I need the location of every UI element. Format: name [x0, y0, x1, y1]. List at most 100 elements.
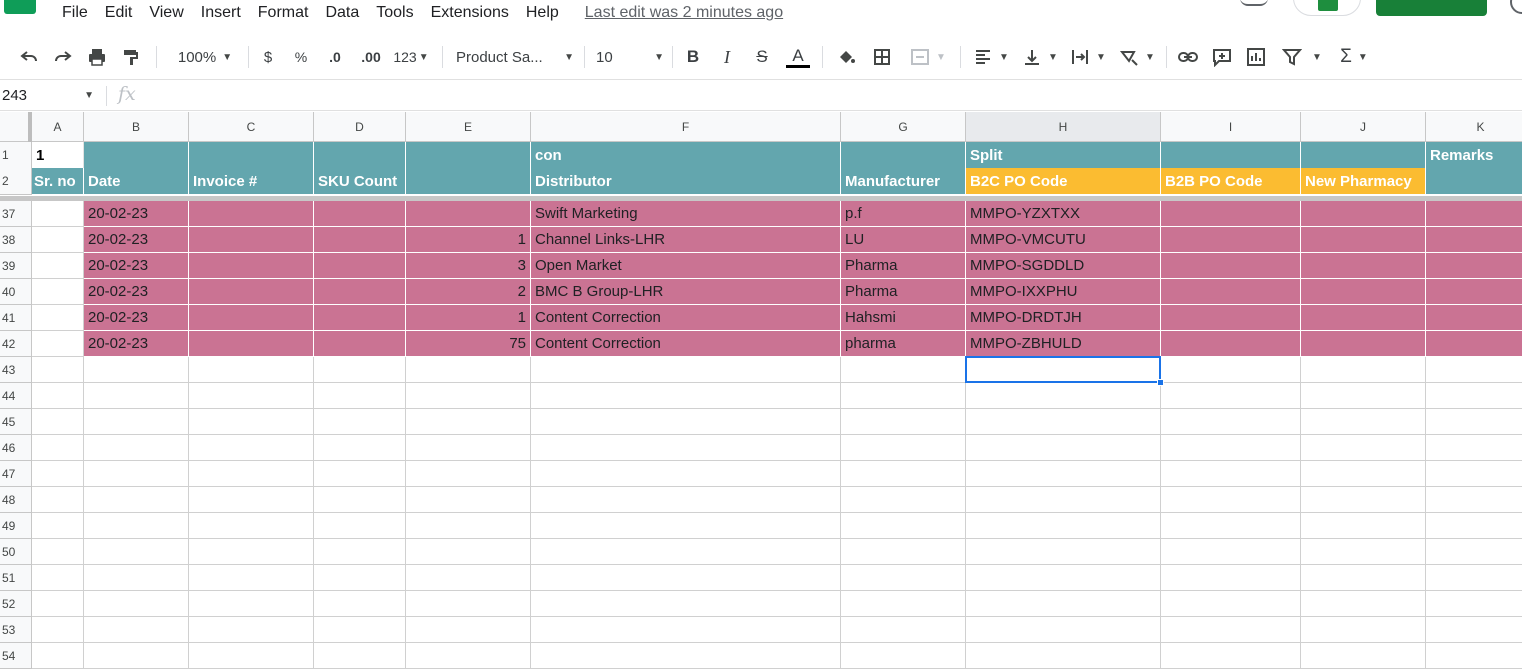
empty-cell[interactable]	[406, 383, 531, 409]
empty-cell[interactable]	[189, 383, 314, 409]
menu-insert[interactable]: Insert	[201, 4, 241, 22]
row-header[interactable]: 43	[0, 357, 32, 383]
currency-format-button[interactable]: $	[258, 44, 278, 70]
redo-icon[interactable]	[50, 44, 76, 70]
row-header[interactable]: 37	[0, 201, 32, 227]
empty-cell[interactable]	[1426, 461, 1522, 487]
empty-cell[interactable]	[189, 461, 314, 487]
row-header[interactable]: 2	[0, 168, 32, 195]
empty-cell[interactable]	[84, 539, 189, 565]
empty-cell[interactable]	[32, 591, 84, 617]
empty-cell[interactable]	[1426, 591, 1522, 617]
header-cell-c2[interactable]: Invoice #	[189, 168, 314, 195]
table-cell[interactable]	[314, 253, 406, 279]
column-header-e[interactable]: E	[406, 112, 531, 142]
empty-cell[interactable]	[531, 513, 841, 539]
row-header[interactable]: 49	[0, 513, 32, 539]
table-cell[interactable]	[1301, 305, 1426, 331]
header-cell-d1[interactable]	[314, 142, 406, 169]
column-header-g[interactable]: G	[841, 112, 966, 142]
table-cell[interactable]	[1161, 331, 1301, 357]
empty-cell[interactable]	[1301, 409, 1426, 435]
empty-cell[interactable]	[531, 435, 841, 461]
table-cell[interactable]	[314, 227, 406, 253]
header-cell-j2[interactable]: New Pharmacy	[1301, 168, 1426, 195]
sheets-logo-icon[interactable]	[4, 0, 36, 14]
table-cell[interactable]	[1426, 331, 1522, 357]
row-header[interactable]: 44	[0, 383, 32, 409]
table-cell[interactable]: Pharma	[841, 279, 966, 305]
empty-cell[interactable]	[84, 487, 189, 513]
text-wrapping-icon[interactable]: ▼	[1068, 44, 1108, 70]
fill-handle[interactable]	[1157, 379, 1164, 386]
header-cell-g2[interactable]: Manufacturer	[841, 168, 966, 195]
empty-cell[interactable]	[314, 565, 406, 591]
table-cell[interactable]: 1	[406, 227, 531, 253]
menu-tools[interactable]: Tools	[376, 4, 413, 22]
empty-cell[interactable]	[1301, 435, 1426, 461]
row-header[interactable]: 54	[0, 643, 32, 669]
header-cell-f2[interactable]: Distributor	[531, 168, 841, 195]
empty-cell[interactable]	[189, 357, 314, 383]
table-cell[interactable]: MMPO-DRDTJH	[966, 305, 1161, 331]
header-cell-c1[interactable]	[189, 142, 314, 169]
row-header[interactable]: 48	[0, 487, 32, 513]
italic-button[interactable]: I	[716, 44, 738, 70]
table-cell[interactable]: MMPO-VMCUTU	[966, 227, 1161, 253]
spreadsheet-grid[interactable]: A B C D E F G H I J K 1 1 con Split Remarks 2 Sr. no Date I…	[0, 112, 1522, 669]
table-cell[interactable]: LU	[841, 227, 966, 253]
row-header[interactable]: 42	[0, 331, 32, 357]
header-cell-h2[interactable]: B2C PO Code	[966, 168, 1161, 195]
empty-cell[interactable]	[406, 487, 531, 513]
empty-cell[interactable]	[1161, 617, 1301, 643]
table-cell[interactable]	[1301, 201, 1426, 227]
font-family-select[interactable]: Product Sa... ▼	[456, 44, 574, 70]
table-cell[interactable]: MMPO-IXXPHU	[966, 279, 1161, 305]
row-header[interactable]: 51	[0, 565, 32, 591]
header-cell-h1[interactable]: Split	[966, 142, 1161, 169]
empty-cell[interactable]	[314, 357, 406, 383]
table-cell[interactable]: 1	[406, 305, 531, 331]
column-header-k[interactable]: K	[1426, 112, 1522, 142]
empty-cell[interactable]	[32, 435, 84, 461]
empty-cell[interactable]	[841, 539, 966, 565]
row-header[interactable]: 1	[0, 142, 32, 169]
empty-cell[interactable]	[531, 565, 841, 591]
empty-cell[interactable]	[966, 383, 1161, 409]
table-cell[interactable]	[32, 253, 84, 279]
empty-cell[interactable]	[314, 513, 406, 539]
table-cell[interactable]: Hahsmi	[841, 305, 966, 331]
table-cell[interactable]	[406, 201, 531, 227]
header-cell-d2[interactable]: SKU Count	[314, 168, 406, 195]
header-cell-g1[interactable]	[841, 142, 966, 169]
empty-cell[interactable]	[314, 539, 406, 565]
column-header-d[interactable]: D	[314, 112, 406, 142]
formula-input[interactable]	[160, 81, 1520, 111]
empty-cell[interactable]	[966, 591, 1161, 617]
table-cell[interactable]	[1426, 201, 1522, 227]
empty-cell[interactable]	[32, 643, 84, 669]
menu-view[interactable]: View	[149, 4, 183, 22]
empty-cell[interactable]	[406, 617, 531, 643]
empty-cell[interactable]	[314, 435, 406, 461]
insert-comment-icon[interactable]	[1210, 44, 1234, 70]
row-header[interactable]: 50	[0, 539, 32, 565]
empty-cell[interactable]	[1301, 643, 1426, 669]
empty-cell[interactable]	[1301, 565, 1426, 591]
insert-link-icon[interactable]	[1176, 44, 1200, 70]
empty-cell[interactable]	[1301, 617, 1426, 643]
table-cell[interactable]: Channel Links-LHR	[531, 227, 841, 253]
empty-cell[interactable]	[1426, 565, 1522, 591]
menu-file[interactable]: File	[62, 4, 88, 22]
table-cell[interactable]	[32, 201, 84, 227]
row-header[interactable]: 47	[0, 461, 32, 487]
filter-icon[interactable]: ▼	[1280, 44, 1324, 70]
paint-format-icon[interactable]	[118, 44, 144, 70]
empty-cell[interactable]	[966, 565, 1161, 591]
empty-cell[interactable]	[32, 383, 84, 409]
empty-cell[interactable]	[966, 617, 1161, 643]
empty-cell[interactable]	[314, 461, 406, 487]
empty-cell[interactable]	[966, 539, 1161, 565]
share-button[interactable]	[1376, 0, 1487, 16]
empty-cell[interactable]	[406, 643, 531, 669]
